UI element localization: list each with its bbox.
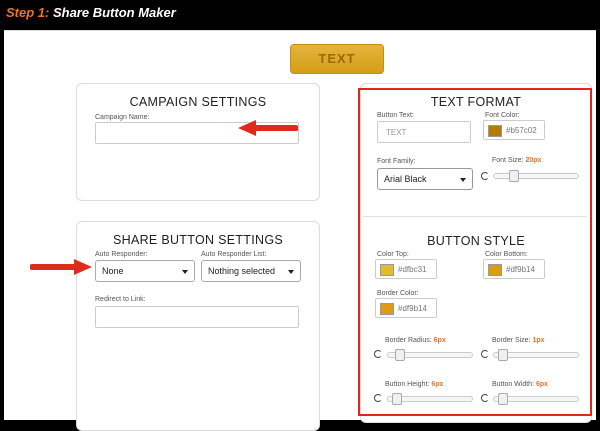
font-size-label-text: Font Size: <box>492 157 524 164</box>
style-settings-panel: TEXT FORMAT Button Text: TEXT Font Color… <box>360 83 592 423</box>
reset-icon[interactable] <box>374 350 382 358</box>
editor-canvas: TEXT CAMPAIGN SETTINGS Campaign Name: SH… <box>4 30 596 431</box>
section-divider <box>363 216 587 217</box>
step-label: Step 1: <box>6 5 50 20</box>
chevron-down-icon <box>288 270 294 274</box>
color-bottom-value: #df9b14 <box>506 265 535 274</box>
border-size-label: Border Size: 1px <box>492 337 545 344</box>
button-width-label: Button Width: 6px <box>492 381 548 388</box>
font-family-label: Font Family: <box>377 158 416 165</box>
color-top-label: Color Top: <box>377 251 409 258</box>
font-color-value: #b57c02 <box>506 126 537 135</box>
color-top-value: #dfbc31 <box>398 265 427 274</box>
campaign-name-value <box>96 129 104 138</box>
border-radius-label: Border Radius: 6px <box>385 337 446 344</box>
redirect-link-input[interactable] <box>95 306 299 328</box>
reset-icon[interactable] <box>481 394 489 402</box>
border-size-value: 1px <box>532 337 545 344</box>
slider-handle[interactable] <box>395 349 405 361</box>
campaign-settings-panel: CAMPAIGN SETTINGS Campaign Name: <box>76 83 320 201</box>
text-format-heading: TEXT FORMAT <box>430 95 522 109</box>
slider-handle[interactable] <box>498 393 508 405</box>
border-color-label: Border Color: <box>377 290 419 297</box>
redirect-link-label: Redirect to Link: <box>95 296 146 303</box>
button-height-slider[interactable] <box>387 393 473 405</box>
auto-responder-list-select[interactable]: Nothing selected <box>201 260 301 282</box>
slider-handle[interactable] <box>498 349 508 361</box>
border-size-label-text: Border Size: <box>492 337 531 344</box>
slider-handle[interactable] <box>509 170 519 182</box>
color-top-swatch <box>380 264 394 276</box>
color-bottom-swatch <box>488 264 502 276</box>
auto-responder-select[interactable]: None <box>95 260 195 282</box>
color-bottom-label: Color Bottom: <box>485 251 528 258</box>
border-color-swatch <box>380 303 394 315</box>
share-button-settings-panel: SHARE BUTTON SETTINGS Auto Responder: No… <box>76 221 320 431</box>
button-text-placeholder: TEXT <box>386 128 407 137</box>
auto-responder-label: Auto Responder: <box>95 251 148 258</box>
redirect-link-value <box>96 313 104 322</box>
font-size-slider[interactable] <box>493 170 579 182</box>
share-button-settings-heading: SHARE BUTTON SETTINGS <box>113 233 283 247</box>
border-size-slider[interactable] <box>493 349 579 361</box>
color-bottom-picker[interactable]: #df9b14 <box>483 259 545 279</box>
auto-responder-value: None <box>102 266 124 276</box>
chevron-down-icon <box>182 270 188 274</box>
button-text-input[interactable]: TEXT <box>377 121 471 143</box>
campaign-settings-heading: CAMPAIGN SETTINGS <box>129 95 267 109</box>
preview-button[interactable]: TEXT <box>290 44 384 74</box>
font-color-label: Font Color: <box>485 112 520 119</box>
border-radius-value: 6px <box>433 337 446 344</box>
slider-handle[interactable] <box>392 393 402 405</box>
font-family-select[interactable]: Arial Black <box>377 168 473 190</box>
button-width-slider[interactable] <box>493 393 579 405</box>
color-top-picker[interactable]: #dfbc31 <box>375 259 437 279</box>
font-size-label: Font Size: 20px <box>492 157 541 164</box>
app-title: Share Button Maker <box>52 5 176 20</box>
auto-responder-list-label: Auto Responder List: <box>201 251 267 258</box>
page-title: Step 1: Share Button Maker <box>6 5 176 20</box>
font-color-swatch <box>488 125 502 137</box>
font-family-value: Arial Black <box>384 174 427 184</box>
reset-icon[interactable] <box>481 350 489 358</box>
border-radius-slider[interactable] <box>387 349 473 361</box>
border-color-value: #df9b14 <box>398 304 427 313</box>
font-color-picker[interactable]: #b57c02 <box>483 120 545 140</box>
border-color-picker[interactable]: #df9b14 <box>375 298 437 318</box>
button-height-label: Button Height: 6px <box>385 381 443 388</box>
button-width-label-text: Button Width: <box>492 381 535 388</box>
button-width-value: 6px <box>535 381 549 388</box>
button-text-label: Button Text: <box>377 112 414 119</box>
arrow-icon <box>238 120 298 136</box>
reset-icon[interactable] <box>374 394 382 402</box>
button-style-heading: BUTTON STYLE <box>427 234 525 248</box>
reset-icon[interactable] <box>481 172 489 180</box>
border-radius-label-text: Border Radius: <box>385 337 432 344</box>
auto-responder-list-value: Nothing selected <box>208 266 276 276</box>
button-height-label-text: Button Height: <box>385 381 430 388</box>
button-height-value: 6px <box>431 381 444 388</box>
chevron-down-icon <box>460 178 466 182</box>
arrow-icon <box>30 259 92 275</box>
title-bar: Step 1: Share Button Maker <box>0 0 600 28</box>
campaign-name-label: Campaign Name: <box>95 114 150 121</box>
font-size-value: 20px <box>525 157 542 164</box>
